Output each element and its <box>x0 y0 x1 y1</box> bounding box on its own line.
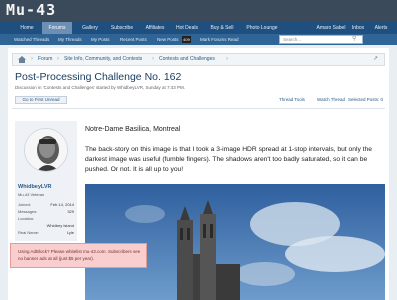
watched-threads-link[interactable]: Watched Threads <box>14 34 49 45</box>
messages-label: Messages: <box>18 209 38 214</box>
tab-forums[interactable]: Forums <box>42 22 72 34</box>
primary-nav: Home Forums Gallery Subscribe Affiliates… <box>0 22 397 34</box>
alerts-link[interactable]: Alerts <box>370 22 392 34</box>
thread-tools-menu[interactable]: Thread Tools <box>279 97 305 102</box>
home-icon[interactable] <box>17 55 27 64</box>
author-username[interactable]: WhidbeyLVR <box>18 184 52 190</box>
joined-label: Joined: <box>18 202 31 207</box>
mark-forums-read-link[interactable]: Mark Forums Read <box>200 34 239 45</box>
my-threads-link[interactable]: My Threads <box>58 34 82 45</box>
location-label: Location: <box>18 216 35 221</box>
messages-value[interactable]: 329 <box>67 209 74 214</box>
thread-title: Post-Processing Challenge No. 162 <box>15 71 182 83</box>
breadcrumb-separator: › <box>152 56 154 62</box>
breadcrumb-forum[interactable]: Forum <box>38 54 52 65</box>
location-value[interactable]: Whidbey Island <box>47 223 74 228</box>
thread-meta: Discussion in 'Contests and Challenges' … <box>15 85 185 90</box>
external-link-icon[interactable]: ↗ <box>373 54 378 65</box>
adblock-notice: Using AdBlock? Please whitelist mu-43.co… <box>10 243 147 268</box>
tab-home[interactable]: Home <box>14 22 40 34</box>
adblock-text: Using AdBlock? Please whitelist mu-43.co… <box>18 249 141 261</box>
author-title: Mu-43 Veteran <box>18 192 45 197</box>
breadcrumb-separator: › <box>57 56 59 62</box>
post-body: The back-story on this image is that I t… <box>85 146 372 174</box>
new-posts-count-badge: 409 <box>182 36 191 43</box>
user-menu[interactable]: Amaro Sabel <box>316 22 346 34</box>
header-bar: Mu-43 <box>0 0 397 22</box>
breadcrumb-separator: › <box>31 56 33 62</box>
avatar[interactable] <box>24 128 68 172</box>
real-name-value: Lyle <box>66 230 74 235</box>
recent-posts-link[interactable]: Recent Posts <box>120 34 147 45</box>
tab-hot-deals[interactable]: Hot Deals <box>172 22 202 34</box>
basilica-photo-image <box>85 184 385 300</box>
tab-subscribe[interactable]: Subscribe <box>106 22 138 34</box>
avatar-image <box>25 129 67 171</box>
breadcrumb-site-info[interactable]: Site Info, Community, and Contests <box>64 54 142 65</box>
watch-thread-link[interactable]: Watch Thread <box>317 97 345 102</box>
tab-buy-sell[interactable]: Buy & Sell <box>206 22 238 34</box>
tab-photo-lounge[interactable]: Photo Lounge <box>242 22 282 34</box>
tab-gallery[interactable]: Gallery <box>76 22 104 34</box>
site-logo[interactable]: Mu-43 <box>6 1 56 19</box>
joined-value: Feb 14, 2014 <box>50 202 74 207</box>
author-panel: WhidbeyLVR Mu-43 Veteran Joined: Feb 14,… <box>15 121 77 241</box>
inbox-link[interactable]: Inbox <box>348 22 368 34</box>
new-posts-link[interactable]: New Posts <box>157 34 179 45</box>
breadcrumb: › Forum › Site Info, Community, and Cont… <box>12 53 385 66</box>
search-input[interactable]: Search... <box>279 35 363 44</box>
first-unread-button[interactable]: Go to First Unread <box>15 96 67 104</box>
main-content: › Forum › Site Info, Community, and Cont… <box>8 48 389 300</box>
breadcrumb-separator: › <box>226 56 228 62</box>
post-heading: Notre-Dame Basilica, Montreal <box>85 126 181 133</box>
my-posts-link[interactable]: My Posts <box>91 34 110 45</box>
breadcrumb-contests[interactable]: Contests and Challenges <box>159 54 215 65</box>
selected-posts-counter: Selected Posts: 0 <box>348 97 384 102</box>
secondary-nav: Watched Threads My Threads My Posts Rece… <box>0 34 397 45</box>
divider <box>12 108 385 109</box>
real-name-label: Real Name: <box>18 230 40 235</box>
search-icon[interactable]: ⚲ <box>352 35 356 42</box>
post-photo[interactable] <box>85 184 385 300</box>
tab-affiliates[interactable]: Affiliates <box>140 22 170 34</box>
